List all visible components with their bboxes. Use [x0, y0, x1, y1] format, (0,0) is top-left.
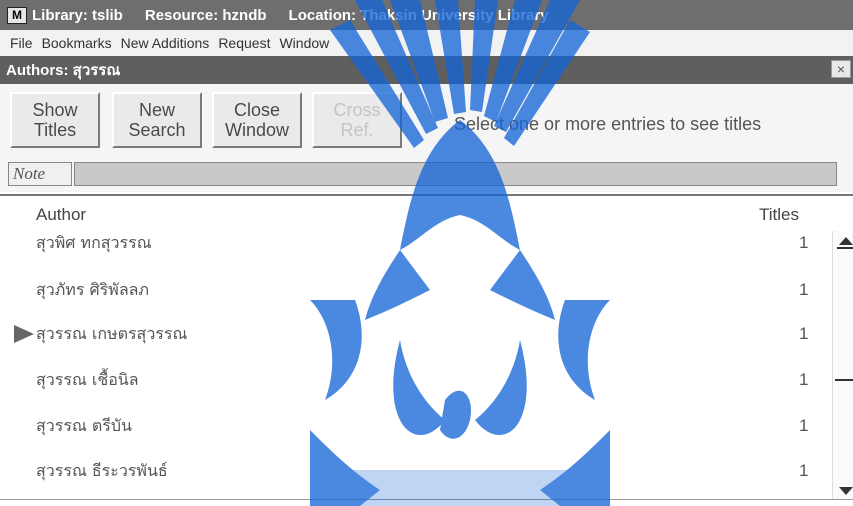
- new-search-button[interactable]: New Search: [112, 92, 202, 148]
- author-name: สุวภัทร ศิริพัลลภ: [36, 280, 149, 299]
- close-window-label-1: Close: [233, 100, 281, 120]
- note-row: Note: [0, 156, 853, 192]
- titles-count: 1: [799, 280, 809, 299]
- note-field[interactable]: [74, 162, 837, 186]
- current-row-pointer-icon: [14, 325, 34, 343]
- show-titles-label-2: Titles: [33, 120, 77, 140]
- menu-new-additions[interactable]: New Additions: [121, 35, 210, 51]
- scroll-down-arrow-icon[interactable]: [839, 487, 853, 495]
- menu-bookmarks[interactable]: Bookmarks: [42, 35, 112, 51]
- location-name: Location: Thaksin University Library: [288, 6, 549, 24]
- author-name: สุวรรณ เกษตรสุวรรณ: [36, 324, 188, 343]
- cross-ref-button[interactable]: Cross Ref.: [312, 92, 402, 148]
- list-scrollbar[interactable]: [832, 231, 853, 499]
- list-item[interactable]: สุวรรณ ธีระวรพันธ์ 1: [0, 459, 832, 499]
- author-name: สุวรรณ เชื้อนิล: [36, 370, 139, 389]
- scroll-up-arrow-icon[interactable]: [839, 237, 853, 245]
- cross-ref-label-1: Cross: [333, 100, 381, 120]
- window-title: Authors: สุวรรณ: [6, 62, 121, 79]
- window-bottom-edge: [0, 499, 853, 500]
- menu-window[interactable]: Window: [279, 35, 329, 51]
- show-titles-button[interactable]: Show Titles: [10, 92, 100, 148]
- menu-file[interactable]: File: [10, 35, 33, 51]
- close-window-button[interactable]: Close Window: [212, 92, 302, 148]
- author-column-header[interactable]: Author: [36, 205, 86, 225]
- toolbar: Show Titles New Search Close Window Cros…: [0, 84, 853, 156]
- scroll-up-bar: [837, 247, 853, 249]
- list-item[interactable]: สุวรรณ ตรีบัน 1: [0, 414, 832, 454]
- show-titles-label-1: Show: [32, 100, 78, 120]
- list-item[interactable]: สุวรรณ เชื้อนิล 1: [0, 368, 832, 408]
- titles-count: 1: [799, 370, 809, 389]
- titles-column-header[interactable]: Titles: [759, 205, 799, 225]
- library-app-icon[interactable]: M: [7, 6, 27, 24]
- selection-hint: Select one or more entries to see titles: [454, 114, 762, 134]
- new-search-label-1: New: [138, 100, 175, 120]
- close-icon[interactable]: ×: [831, 60, 851, 78]
- new-search-label-2: Search: [128, 120, 186, 140]
- app-title-bar: M Library: tslib Resource: hzndb Locatio…: [0, 0, 853, 30]
- divider: [0, 194, 853, 196]
- author-name: สุวรรณ ธีระวรพันธ์: [36, 461, 168, 480]
- menu-bar: File Bookmarks New Additions Request Win…: [0, 30, 853, 56]
- list-item[interactable]: สุวภัทร ศิริพัลลภ 1: [0, 278, 832, 318]
- menu-request[interactable]: Request: [218, 35, 270, 51]
- library-name: Library: tslib: [32, 6, 123, 24]
- titles-count: 1: [799, 233, 809, 252]
- list-header: Author Titles: [0, 197, 853, 231]
- list-item[interactable]: สุวพิศ ทกสุวรรณ 1: [0, 231, 832, 271]
- author-list: สุวพิศ ทกสุวรรณ 1 สุวภัทร ศิริพัลลภ 1 สุ…: [0, 231, 832, 499]
- titles-count: 1: [799, 416, 809, 435]
- authors-window-title-bar: Authors: สุวรรณ ×: [0, 56, 853, 84]
- scroll-thumb[interactable]: [835, 379, 853, 381]
- resource-name: Resource: hzndb: [144, 6, 267, 24]
- close-window-label-2: Window: [224, 120, 290, 140]
- note-label: Note: [8, 162, 72, 186]
- titles-count: 1: [799, 461, 809, 480]
- list-item-current[interactable]: สุวรรณ เกษตรสุวรรณ 1: [0, 322, 832, 362]
- author-name: สุวพิศ ทกสุวรรณ: [36, 233, 152, 252]
- titles-count: 1: [799, 324, 809, 343]
- cross-ref-label-2: Ref.: [340, 120, 374, 140]
- author-name: สุวรรณ ตรีบัน: [36, 416, 132, 435]
